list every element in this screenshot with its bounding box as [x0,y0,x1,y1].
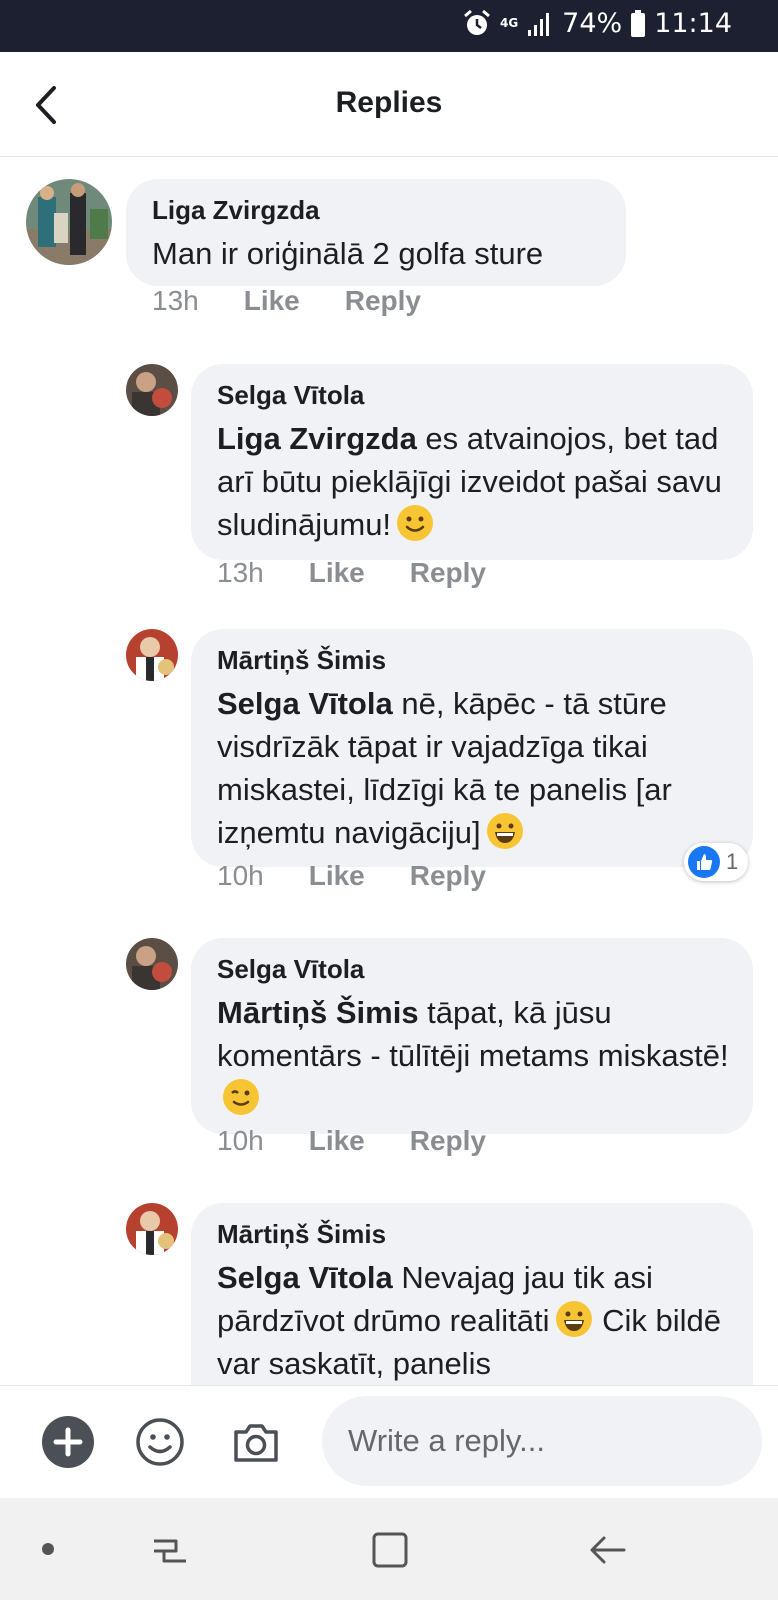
nav-back-icon[interactable] [588,1530,628,1570]
reply-button[interactable]: Reply [345,285,421,317]
reply-button[interactable]: Reply [410,1125,486,1157]
comment-text: Mārtiņš Šimis tāpat, kā jūsu komentārs -… [217,991,731,1120]
system-navigation-bar [0,1498,778,1600]
comment-time: 10h [217,860,264,891]
plus-icon[interactable] [42,1416,94,1468]
nav-home-icon[interactable] [370,1530,410,1570]
smile-emoji-icon [397,505,434,541]
comment-author[interactable]: Selga Vītola [217,380,731,411]
battery-icon [631,9,646,37]
emoji-icon[interactable] [134,1416,186,1468]
like-reaction-icon [688,846,720,878]
grin-emoji-icon [555,1301,592,1337]
comment-time: 13h [152,285,199,316]
mention-link[interactable]: Selga Vītola [217,686,393,721]
reply-button[interactable]: Reply [410,557,486,589]
avatar[interactable] [126,629,178,681]
clock: 11:14 [654,8,732,39]
comment-text: Man ir oriģinālā 2 golfa sture [152,232,604,275]
avatar[interactable] [126,938,178,990]
comment-text: Selga Vītola Nevajag jau tik asi pārdzīv… [217,1256,731,1385]
nav-dot-icon[interactable] [42,1543,54,1555]
comment-time: 13h [217,557,264,588]
like-button[interactable]: Like [309,557,365,589]
battery-percent: 74% [562,8,623,39]
mention-link[interactable]: Selga Vītola [217,1260,393,1295]
signal-icon [528,12,550,36]
comment-bubble[interactable]: Liga Zvirgzda Man ir oriģinālā 2 golfa s… [126,179,626,286]
reaction-badge[interactable]: 1 [684,843,749,881]
network-type: 4G [499,16,519,30]
replies-feed[interactable]: Liga Zvirgzda Man ir oriģinālā 2 golfa s… [0,157,778,1385]
avatar[interactable] [26,179,112,265]
like-button[interactable]: Like [309,860,365,892]
reply-button[interactable]: Reply [410,860,486,892]
comment-body: Man ir oriģinālā 2 golfa sture [152,236,544,271]
comment-actions: 13h Like Reply [217,557,486,589]
comment-actions: 10h Like Reply [217,1125,486,1157]
comment-actions: 10h Like Reply [217,860,486,892]
comment-bubble[interactable]: Selga Vītola Liga Zvirgzda es atvainojos… [191,364,753,560]
status-icons: 4G 74% 11:14 [462,8,732,39]
mention-link[interactable]: Liga Zvirgzda [217,421,417,456]
comment-bubble[interactable]: Mārtiņš Šimis Selga Vītola Nevajag jau t… [191,1203,753,1385]
comment-author[interactable]: Selga Vītola [217,954,731,985]
camera-icon[interactable] [230,1416,282,1468]
reaction-count: 1 [726,849,739,874]
comment-text: Selga Vītola nē, kāpēc - tā stūre visdrī… [217,682,731,854]
like-button[interactable]: Like [244,285,300,317]
page-title: Replies [335,86,443,119]
wink-emoji-icon [223,1079,259,1115]
comment-bubble[interactable]: Mārtiņš Šimis Selga Vītola nē, kāpēc - t… [191,629,753,867]
alarm-icon [464,9,490,35]
avatar[interactable] [126,1203,178,1255]
status-bar: 4G 74% 11:14 [0,0,778,52]
comment-author[interactable]: Mārtiņš Šimis [217,645,731,676]
mention-link[interactable]: Mārtiņš Šimis [217,995,419,1030]
like-button[interactable]: Like [309,1125,365,1157]
comment-actions: 13h Like Reply [152,285,421,317]
comment-text: Liga Zvirgzda es atvainojos, bet tad arī… [217,417,731,546]
comment-bubble[interactable]: Selga Vītola Mārtiņš Šimis tāpat, kā jūs… [191,938,753,1134]
reply-composer [0,1385,778,1499]
comment-author[interactable]: Mārtiņš Šimis [217,1219,731,1250]
grin-emoji-icon [486,813,523,849]
avatar[interactable] [126,364,178,416]
replies-header: Replies [0,52,778,157]
reply-input[interactable] [322,1396,762,1486]
nav-recent-icon[interactable] [150,1531,190,1571]
comment-author[interactable]: Liga Zvirgzda [152,195,604,226]
comment-time: 10h [217,1125,264,1156]
